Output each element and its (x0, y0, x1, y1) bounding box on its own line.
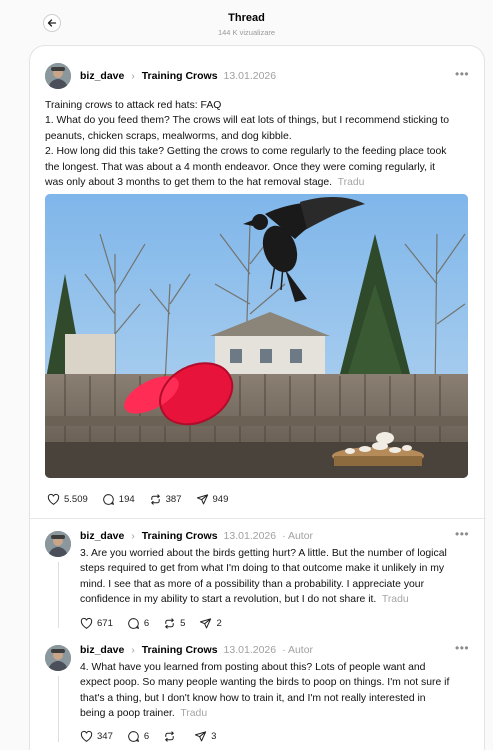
community-name[interactable]: Training Crows (142, 70, 218, 82)
post-line: 4. What have you learned from posting ab… (80, 662, 426, 673)
reply-actions: 671 6 5 2 (80, 617, 236, 630)
community-name[interactable]: Training Crows (142, 530, 218, 542)
post-line: the longest. That was about a 4 month en… (45, 161, 436, 173)
page-title: Thread (228, 12, 265, 24)
repost-button[interactable] (163, 730, 180, 743)
share-button[interactable]: 949 (196, 493, 229, 506)
heart-icon (47, 493, 60, 505)
comment-icon (102, 494, 114, 505)
thread-connector (58, 562, 59, 628)
like-count: 5.509 (64, 494, 88, 505)
like-button[interactable]: 671 (80, 617, 113, 630)
send-icon (200, 618, 212, 629)
comment-icon (128, 618, 139, 629)
username[interactable]: biz_dave (80, 70, 124, 82)
like-button[interactable]: 347 (80, 730, 113, 743)
avatar[interactable] (45, 645, 71, 671)
post-line: expect poop. So many people wanting the … (80, 677, 450, 689)
translate-link[interactable]: Tradu (382, 594, 409, 605)
heart-icon (80, 617, 93, 629)
post-line: being a poop trainer. Tradu (80, 708, 208, 720)
translate-link[interactable]: Tradu (338, 177, 365, 188)
like-count: 671 (97, 618, 113, 629)
reply-button[interactable]: 6 (127, 730, 149, 743)
post-body: 3. Are you worried about the birds getti… (80, 546, 480, 608)
reply-count: 6 (143, 731, 150, 742)
more-options-button[interactable]: ••• (455, 641, 469, 655)
post-date: 13.01.2026 (223, 644, 277, 656)
top-bar: Thread 144 K vizualizare (0, 0, 493, 44)
repost-icon (150, 494, 160, 505)
post-line: that's a thing, but I don't know how to … (80, 692, 426, 704)
main-post: biz_dave › Training Crows 13.01.2026 •••… (30, 46, 486, 516)
share-button[interactable]: 2 (199, 617, 222, 630)
repost-button[interactable]: 387 (149, 493, 182, 506)
post-line: 3. Are you worried about the birds getti… (80, 548, 447, 559)
reply-actions: 347 6 3 (80, 730, 230, 743)
post-date: 13.01.2026 (223, 70, 277, 82)
reply-count: 194 (118, 494, 135, 505)
repost-count: 5 (180, 618, 186, 629)
view-count: 144 K vizualizare (217, 28, 276, 37)
username[interactable]: biz_dave (80, 530, 124, 542)
like-count: 347 (97, 731, 113, 742)
more-options-button[interactable]: ••• (455, 67, 469, 81)
author-badge: · Autor (282, 530, 314, 542)
more-horizontal-icon: ••• (455, 641, 470, 655)
community-name[interactable]: Training Crows (142, 644, 218, 656)
thread-card: biz_dave › Training Crows 13.01.2026 •••… (29, 45, 486, 750)
repost-count: 387 (165, 494, 182, 505)
username[interactable]: biz_dave (80, 644, 124, 656)
post-line: mind. I see that as more of a possibilit… (80, 578, 425, 590)
post-line: 1. What do you feed them? The crows will… (45, 115, 450, 127)
post-line: Training crows to attack red hats: FAQ (45, 100, 222, 111)
post-actions: 5.509 194 387 949 (47, 493, 242, 506)
share-button[interactable]: 3 (194, 730, 216, 743)
reply-button[interactable]: 6 (127, 617, 149, 630)
more-horizontal-icon: ••• (455, 67, 470, 81)
send-icon (195, 731, 207, 742)
share-count: 2 (216, 618, 222, 629)
more-horizontal-icon: ••• (455, 527, 470, 541)
chevron-right-icon: › (131, 644, 135, 656)
repost-icon (165, 731, 174, 742)
avatar[interactable] (45, 63, 71, 89)
reply-post: biz_dave › Training Crows 13.01.2026 · A… (30, 518, 486, 632)
like-button[interactable]: 5.509 (47, 493, 88, 506)
heart-icon (80, 730, 93, 742)
post-body: Training crows to attack red hats: FAQ 1… (45, 98, 475, 190)
post-line: steps required to get from what I'm doin… (80, 563, 445, 575)
repost-icon (165, 618, 174, 629)
post-body: 4. What have you learned from posting ab… (80, 660, 480, 722)
author-badge: · Autor (282, 644, 314, 656)
chevron-right-icon: › (131, 70, 135, 82)
chevron-right-icon: › (131, 530, 135, 542)
send-icon (196, 494, 208, 505)
share-count: 949 (212, 494, 229, 505)
share-count: 3 (211, 731, 217, 742)
comment-icon (128, 731, 139, 742)
translate-link[interactable]: Tradu (180, 708, 207, 719)
post-line: peanuts, chicken scraps, mealworms, and … (45, 130, 292, 142)
post-line: confidence in my ability to start a revo… (80, 594, 409, 606)
repost-button[interactable]: 5 (163, 617, 185, 630)
post-photo[interactable] (45, 194, 468, 478)
more-options-button[interactable]: ••• (455, 527, 469, 541)
avatar[interactable] (45, 531, 71, 557)
post-date: 13.01.2026 (223, 530, 277, 542)
reply-button[interactable]: 194 (102, 493, 135, 506)
post-line: was only about 3 months to get them to t… (45, 177, 365, 189)
thread-connector (58, 676, 59, 742)
reply-count: 6 (143, 618, 150, 629)
post-line: 2. How long did this take? Getting the c… (45, 146, 447, 158)
